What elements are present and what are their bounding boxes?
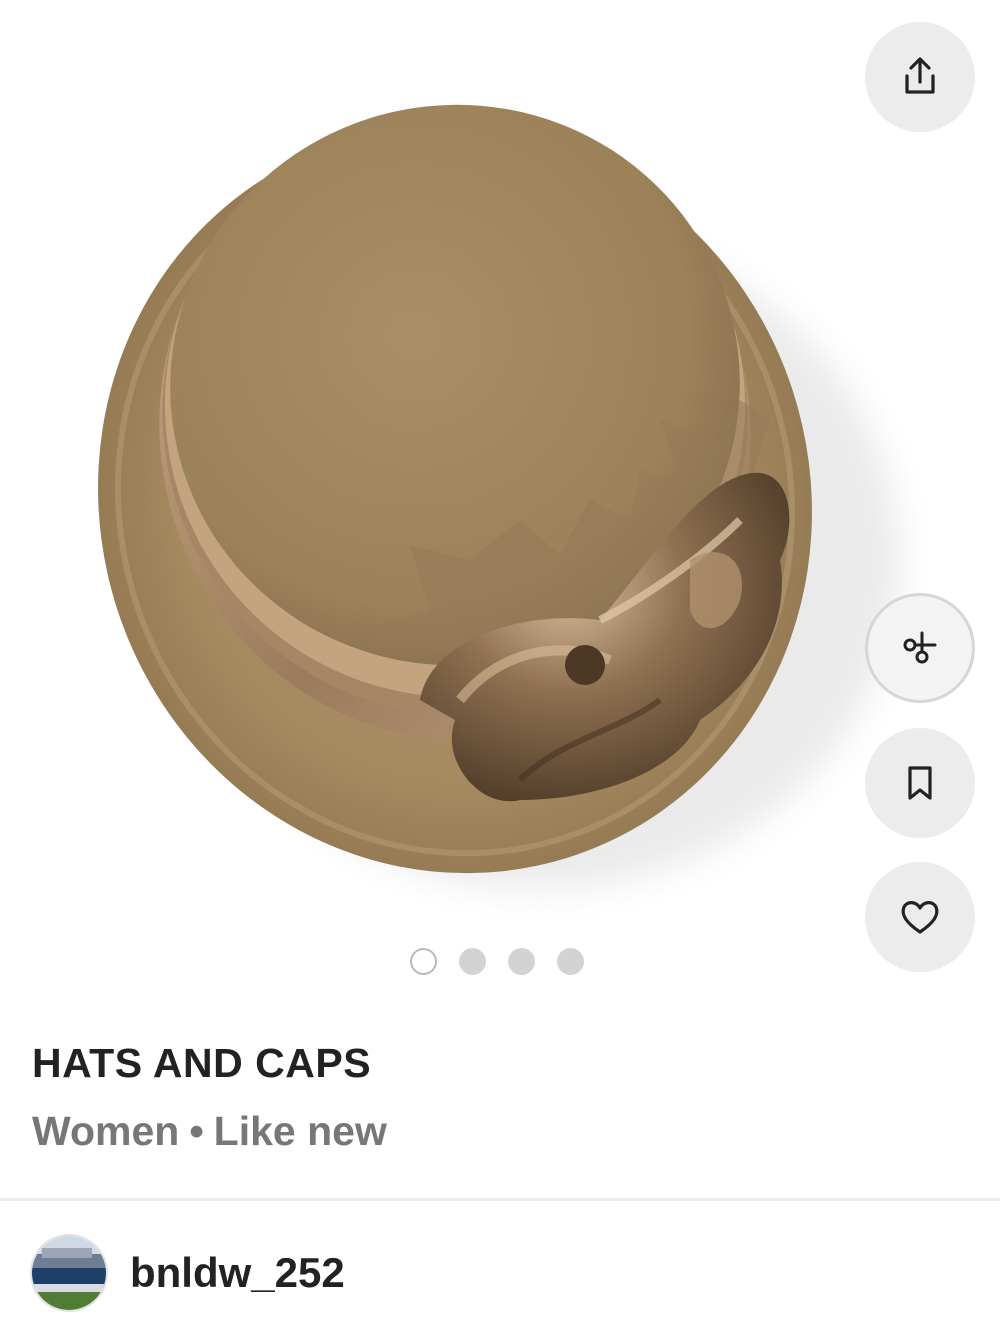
carousel-dot-4[interactable] (557, 948, 584, 975)
seller-row[interactable]: bnldw_252 (30, 1234, 345, 1312)
heart-icon (901, 901, 939, 934)
share-icon (905, 57, 935, 94)
listing-category: Women (32, 1108, 180, 1154)
save-button[interactable] (865, 728, 975, 838)
listing-meta: Women • Like new (32, 1108, 387, 1155)
avatar[interactable] (30, 1234, 108, 1312)
meta-separator: • (189, 1108, 204, 1154)
hat-photo (98, 104, 900, 890)
alteration-button[interactable] (865, 593, 975, 703)
product-image[interactable] (0, 0, 1000, 1000)
listing-title: HATS AND CAPS (32, 1040, 372, 1086)
avatar-photo (32, 1236, 106, 1310)
like-button[interactable] (865, 862, 975, 972)
carousel-dot-2[interactable] (459, 948, 486, 975)
carousel-indicator (410, 948, 584, 975)
carousel-dot-1[interactable] (410, 948, 437, 975)
listing-page: HATS AND CAPS Women • Like new bnldw_252 (0, 0, 1000, 1333)
carousel-dot-3[interactable] (508, 948, 535, 975)
listing-condition: Like new (213, 1108, 387, 1154)
share-button[interactable] (865, 22, 975, 132)
section-divider (0, 1198, 1000, 1201)
scissors-icon (903, 631, 937, 664)
seller-username[interactable]: bnldw_252 (130, 1249, 345, 1297)
bookmark-icon (908, 766, 932, 800)
